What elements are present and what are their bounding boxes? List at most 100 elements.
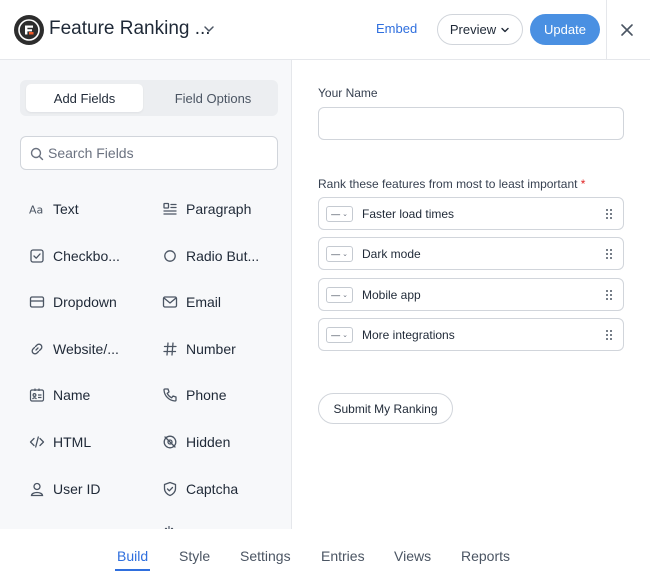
hash-icon: [162, 341, 178, 357]
rank-select[interactable]: — ⌄: [326, 206, 353, 222]
field-text[interactable]: Aa Text: [29, 195, 79, 223]
caret-down-icon: ⌄: [342, 292, 348, 299]
field-label: Phone: [186, 387, 227, 403]
nav-reports[interactable]: Reports: [461, 548, 510, 564]
close-icon[interactable]: [619, 22, 635, 38]
drag-handle-icon[interactable]: [605, 248, 613, 260]
paragraph-icon: [162, 201, 178, 217]
nav-views[interactable]: Views: [394, 548, 431, 564]
field-label: Number: [186, 341, 236, 357]
form-canvas: Your Name Rank these features from most …: [293, 60, 650, 529]
field-label: Radio But...: [186, 248, 260, 264]
search-icon: [30, 147, 44, 161]
drag-handle-icon[interactable]: [605, 289, 613, 301]
required-asterisk: *: [580, 177, 586, 191]
rank-select-value: —: [331, 209, 341, 219]
field-label: Dropdown: [53, 294, 117, 310]
rank-select[interactable]: — ⌄: [326, 327, 353, 343]
drag-handle-icon[interactable]: [605, 208, 613, 220]
text-aa-icon: Aa: [29, 201, 45, 217]
field-radio[interactable]: Radio But...: [162, 242, 259, 270]
field-paragraph[interactable]: Paragraph: [162, 195, 251, 223]
update-label: Update: [544, 22, 586, 37]
caret-down-icon: ⌄: [342, 211, 348, 218]
your-name-field[interactable]: [318, 107, 624, 140]
submit-ranking-button[interactable]: Submit My Ranking: [318, 393, 453, 424]
bottom-nav: Build Style Settings Entries Views Repor…: [0, 529, 650, 583]
field-label: Captcha: [186, 481, 239, 497]
field-label: Name: [53, 387, 91, 403]
field-website[interactable]: Website/...: [29, 335, 119, 363]
embed-link[interactable]: Embed: [376, 21, 417, 36]
field-label: Email: [186, 294, 222, 310]
field-label: Checkbo...: [53, 248, 120, 264]
rank-item[interactable]: — ⌄ More integrations: [318, 318, 624, 351]
user-icon: [29, 481, 45, 497]
nav-entries[interactable]: Entries: [321, 548, 365, 564]
rank-item-label: More integrations: [362, 328, 455, 342]
shield-check-icon: [162, 481, 178, 497]
nav-build[interactable]: Build: [117, 548, 148, 564]
field-number[interactable]: Number: [162, 335, 236, 363]
field-label: Paragraph: [186, 201, 252, 217]
search-fields-input[interactable]: [48, 138, 273, 168]
rank-item[interactable]: — ⌄ Mobile app: [318, 278, 624, 311]
chevron-down-icon[interactable]: [202, 22, 216, 36]
field-label: Hidden: [186, 434, 231, 450]
logo-glyph: [18, 19, 40, 41]
nav-settings[interactable]: Settings: [240, 548, 291, 564]
checkbox-icon: [29, 248, 45, 264]
update-button[interactable]: Update: [530, 14, 600, 45]
phone-icon: [162, 387, 178, 403]
svg-text:Aa: Aa: [29, 204, 43, 217]
formidable-logo-icon[interactable]: [14, 15, 44, 45]
radio-icon: [162, 248, 178, 264]
header-divider: [606, 0, 607, 60]
field-html[interactable]: HTML: [29, 428, 91, 456]
field-hidden[interactable]: Hidden: [162, 428, 230, 456]
drag-handle-icon[interactable]: [605, 329, 613, 341]
envelope-icon: [162, 294, 178, 310]
field-dropdown[interactable]: Dropdown: [29, 288, 117, 316]
nav-style[interactable]: Style: [179, 548, 210, 564]
dropdown-icon: [29, 294, 45, 310]
field-email[interactable]: Email: [162, 288, 221, 316]
rank-select-value: —: [331, 290, 341, 300]
tab-field-options[interactable]: Field Options: [150, 84, 276, 112]
field-label: Website/...: [53, 341, 119, 357]
top-bar: Feature Ranking ... Embed Preview Update: [0, 0, 650, 60]
field-captcha[interactable]: Captcha: [162, 475, 238, 503]
rank-item[interactable]: — ⌄ Dark mode: [318, 237, 624, 270]
rank-select[interactable]: — ⌄: [326, 287, 353, 303]
preview-button[interactable]: Preview: [437, 14, 523, 45]
rank-item-label: Dark mode: [362, 247, 421, 261]
rank-item[interactable]: — ⌄ Faster load times: [318, 197, 624, 230]
field-checkbox[interactable]: Checkbo...: [29, 242, 120, 270]
id-card-icon: [29, 387, 45, 403]
field-label: HTML: [53, 434, 92, 450]
code-icon: [29, 434, 45, 450]
rank-item-label: Mobile app: [362, 288, 421, 302]
preview-label: Preview: [449, 22, 497, 37]
rank-item-label: Faster load times: [362, 207, 455, 221]
field-user-id[interactable]: User ID: [29, 475, 100, 503]
your-name-label: Your Name: [318, 86, 378, 100]
search-box: [20, 136, 278, 170]
link-icon: [29, 341, 45, 357]
field-label: User ID: [53, 481, 101, 497]
field-label: Text: [53, 201, 79, 217]
rank-select-value: —: [331, 330, 341, 340]
field-name[interactable]: Name: [29, 381, 90, 409]
rank-question-label: Rank these features from most to least i…: [318, 177, 585, 191]
rank-select-value: —: [331, 249, 341, 259]
active-tab-indicator: [115, 569, 150, 571]
tab-add-fields[interactable]: Add Fields: [26, 84, 143, 112]
form-title[interactable]: Feature Ranking ...: [49, 18, 211, 40]
caret-down-icon: ⌄: [342, 251, 348, 258]
field-phone[interactable]: Phone: [162, 381, 226, 409]
submit-label: Submit My Ranking: [333, 401, 438, 416]
eye-off-icon: [162, 434, 178, 450]
rank-question-text: Rank these features from most to least i…: [318, 177, 578, 191]
chevron-down-icon: [501, 27, 509, 32]
rank-select[interactable]: — ⌄: [326, 246, 353, 262]
